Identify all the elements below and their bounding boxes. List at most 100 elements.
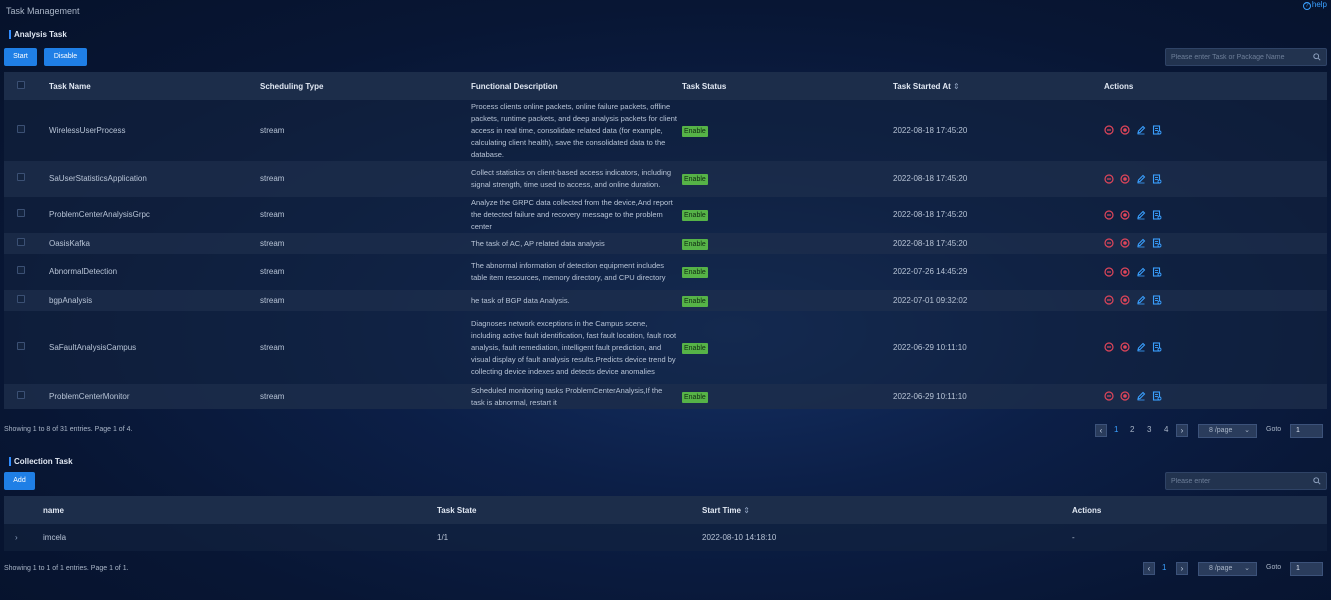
stop-icon[interactable] (1104, 391, 1114, 401)
search-icon[interactable] (1313, 53, 1321, 61)
task-started-at-cell: 2022-06-29 10:11:10 (893, 311, 1104, 384)
actions-cell (1104, 197, 1327, 233)
edit-icon[interactable] (1136, 342, 1146, 352)
details-icon[interactable] (1152, 174, 1162, 184)
details-icon[interactable] (1152, 295, 1162, 305)
stop-icon[interactable] (1104, 125, 1114, 135)
col-task-started-at[interactable]: Task Started At ⇕ (893, 72, 1104, 100)
details-icon[interactable] (1152, 125, 1162, 135)
scheduling-type-cell: stream (260, 161, 471, 197)
start-button[interactable]: Start (4, 48, 37, 66)
row-checkbox[interactable] (17, 390, 25, 399)
disable-icon[interactable] (1120, 391, 1130, 401)
sort-icon[interactable]: ⇕ (953, 82, 960, 91)
stop-icon[interactable] (1104, 342, 1114, 352)
disable-icon[interactable] (1120, 238, 1130, 248)
collection-search-input[interactable] (1166, 473, 1326, 489)
disable-icon[interactable] (1120, 125, 1130, 135)
sort-icon[interactable]: ⇕ (743, 506, 750, 515)
help-link[interactable]: ? help (1302, 0, 1327, 10)
col-start-time[interactable]: Start Time ⇕ (702, 496, 1072, 524)
disable-button[interactable]: Disable (44, 48, 87, 66)
status-badge: Enable (682, 125, 708, 137)
col-task-started-at-label: Task Started At (893, 81, 951, 91)
status-badge: Enable (682, 238, 708, 250)
stop-icon[interactable] (1104, 267, 1114, 277)
task-name-cell: SaUserStatisticsApplication (49, 161, 260, 197)
task-started-at-cell: 2022-08-18 17:45:20 (893, 161, 1104, 197)
edit-icon[interactable] (1136, 267, 1146, 277)
details-icon[interactable] (1152, 267, 1162, 277)
analysis-page-3[interactable]: 3 (1147, 425, 1151, 434)
row-checkbox[interactable] (17, 341, 25, 350)
stop-icon[interactable] (1104, 174, 1114, 184)
details-icon[interactable] (1152, 238, 1162, 248)
task-name-cell: bgpAnalysis (49, 290, 260, 311)
analysis-prev-page-button[interactable]: ‹ (1095, 424, 1107, 437)
details-icon[interactable] (1152, 342, 1162, 352)
analysis-section-title: Analysis Task (6, 30, 67, 39)
collection-prev-page-button[interactable]: ‹ (1143, 562, 1155, 575)
actions-cell (1104, 384, 1327, 409)
collection-goto-input[interactable]: 1 (1290, 562, 1323, 576)
disable-icon[interactable] (1120, 174, 1130, 184)
disable-icon[interactable] (1120, 210, 1130, 220)
stop-icon[interactable] (1104, 238, 1114, 248)
collection-actions-cell: - (1072, 524, 1327, 551)
status-badge: Enable (682, 295, 708, 307)
disable-icon[interactable] (1120, 267, 1130, 277)
analysis-page-size-value: 8 /page (1209, 427, 1233, 434)
status-badge: Enable (682, 174, 708, 185)
row-checkbox[interactable] (17, 237, 25, 246)
edit-icon[interactable] (1136, 238, 1146, 248)
functional-description-cell: Collect statistics on client-based acces… (471, 161, 682, 197)
collection-page-size-select[interactable]: 8 /page ⌄ (1198, 562, 1257, 576)
col-task-name: Task Name (49, 72, 260, 100)
analysis-next-page-button[interactable]: › (1176, 424, 1188, 437)
analysis-page-2[interactable]: 2 (1130, 425, 1134, 434)
collection-next-page-button[interactable]: › (1176, 562, 1188, 575)
stop-icon[interactable] (1104, 295, 1114, 305)
edit-icon[interactable] (1136, 174, 1146, 184)
table-row: bgpAnalysis stream he task of BGP data Ana… (4, 290, 1327, 311)
col-actions: Actions (1072, 496, 1327, 524)
row-checkbox[interactable] (17, 294, 25, 303)
row-checkbox[interactable] (17, 173, 25, 181)
chevron-down-icon: ⌄ (1244, 427, 1250, 434)
select-all-checkbox[interactable] (17, 81, 25, 89)
details-icon[interactable] (1152, 210, 1162, 220)
edit-icon[interactable] (1136, 391, 1146, 401)
edit-icon[interactable] (1136, 295, 1146, 305)
col-scheduling-type: Scheduling Type (260, 72, 471, 100)
analysis-page-4[interactable]: 4 (1164, 425, 1168, 434)
stop-icon[interactable] (1104, 210, 1114, 220)
row-checkbox[interactable] (17, 266, 25, 274)
search-icon[interactable] (1313, 477, 1321, 485)
expand-row-icon[interactable]: › (4, 524, 43, 551)
add-button[interactable]: Add (4, 472, 35, 490)
analysis-page-size-select[interactable]: 8 /page ⌄ (1198, 424, 1257, 438)
actions-cell (1104, 100, 1327, 161)
collection-page-1[interactable]: 1 (1162, 563, 1166, 572)
analysis-goto-input[interactable]: 1 (1290, 424, 1323, 438)
task-started-at-cell: 2022-08-18 17:45:20 (893, 233, 1104, 254)
analysis-pagination-summary: Showing 1 to 8 of 31 entries. Page 1 of … (4, 426, 133, 433)
col-start-time-label: Start Time (702, 505, 741, 515)
analysis-page-1[interactable]: 1 (1114, 425, 1118, 434)
functional-description-cell: Diagnoses network exceptions in the Camp… (471, 311, 682, 384)
details-icon[interactable] (1152, 391, 1162, 401)
task-name-cell: ProblemCenterMonitor (49, 384, 260, 409)
row-checkbox[interactable] (17, 124, 25, 133)
disable-icon[interactable] (1120, 342, 1130, 352)
task-started-at-cell: 2022-08-18 17:45:20 (893, 100, 1104, 161)
edit-icon[interactable] (1136, 125, 1146, 135)
status-badge: Enable (682, 210, 708, 221)
row-checkbox[interactable] (17, 209, 25, 217)
collection-goto-label: Goto (1266, 564, 1282, 571)
analysis-search-input[interactable] (1166, 49, 1326, 65)
functional-description-cell: Analyze the GRPC data collected from the… (471, 197, 682, 233)
disable-icon[interactable] (1120, 295, 1130, 305)
status-badge: Enable (682, 342, 708, 354)
edit-icon[interactable] (1136, 210, 1146, 220)
analysis-task-table: Task Name Scheduling Type Functional Des… (4, 72, 1327, 409)
